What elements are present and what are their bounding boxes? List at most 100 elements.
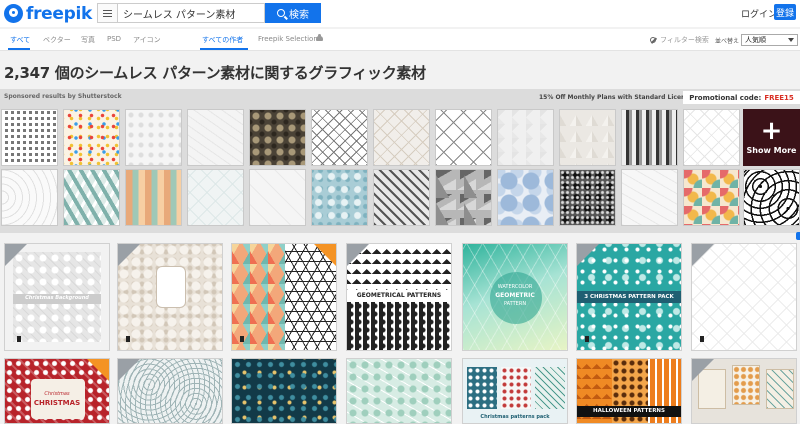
freepik-logo-icon — [4, 4, 23, 23]
sponsored-thumb[interactable] — [187, 109, 244, 166]
tab-vector[interactable]: ベクター — [43, 35, 71, 45]
sponsored-thumb[interactable] — [249, 169, 306, 226]
sponsored-thumb[interactable] — [373, 109, 430, 166]
sponsored-offer: 15% Off Monthly Plans with Standard Lice… — [539, 94, 696, 101]
search-menu-button[interactable] — [97, 3, 117, 23]
wrench-icon — [650, 36, 657, 44]
register-button[interactable]: 登録 — [774, 4, 796, 20]
scroll-marker[interactable] — [796, 232, 800, 240]
card-pattern — [535, 367, 565, 409]
premium-ribbon — [347, 244, 369, 266]
sponsored-thumb[interactable] — [559, 169, 616, 226]
result-card[interactable] — [691, 358, 797, 424]
filter-bar: すべて ベクター 写真 PSD アイコン すべての作者 Freepik Sele… — [0, 29, 800, 51]
freepik-selection-icon — [315, 34, 324, 42]
premium-ribbon — [577, 244, 599, 266]
card-title-line1: Christmas — [44, 391, 70, 397]
card-frame — [156, 266, 186, 308]
promo-code: FREE15 — [764, 93, 794, 102]
premium-ribbon — [5, 244, 27, 266]
premium-ribbon — [118, 359, 140, 381]
card-title-line3: PATTERN — [503, 301, 527, 307]
sponsored-thumb[interactable] — [63, 169, 120, 226]
watermark-icon — [126, 336, 130, 342]
watermark-icon — [585, 336, 589, 342]
sort-select[interactable]: 人気順 — [741, 34, 798, 46]
sponsored-thumb[interactable] — [1, 109, 58, 166]
sponsored-thumb[interactable] — [497, 169, 554, 226]
show-more-tile[interactable]: + Show More — [743, 109, 800, 166]
result-card[interactable] — [231, 358, 337, 424]
show-more-label: Show More — [746, 146, 797, 155]
plus-icon: + — [760, 116, 783, 146]
tab-all-authors[interactable]: すべての作者 — [202, 35, 243, 45]
result-card[interactable]: Christmas CHRISTMAS — [4, 358, 110, 424]
sponsored-thumb[interactable] — [559, 109, 616, 166]
sponsored-thumb[interactable] — [621, 169, 678, 226]
tab-photo[interactable]: 写真 — [81, 35, 95, 45]
result-card[interactable] — [346, 358, 452, 424]
sponsored-thumb[interactable] — [743, 169, 800, 226]
card-title-line2: CHRISTMAS — [33, 399, 81, 407]
search-button-label: 検索 — [289, 9, 309, 21]
card-title: Christmas Background — [25, 295, 89, 301]
result-card[interactable]: WATERCOLOR GEOMETRIC PATTERN — [462, 243, 568, 351]
tab-all[interactable]: すべて — [10, 35, 30, 45]
search-button[interactable]: 検索 — [265, 3, 321, 23]
sponsored-thumb[interactable] — [187, 169, 244, 226]
sponsored-thumb[interactable] — [311, 169, 368, 226]
freepik-logo[interactable]: freepik — [4, 3, 92, 24]
tab-icons[interactable]: アイコン — [133, 35, 161, 45]
premium-ribbon — [87, 359, 109, 381]
card-title-line1: WATERCOLOR — [497, 284, 533, 290]
sponsored-thumb[interactable] — [435, 169, 492, 226]
sponsored-thumb[interactable] — [373, 169, 430, 226]
sponsored-section: Sponsored results by Shutterstock 15% Of… — [0, 89, 800, 233]
chevron-down-icon — [788, 38, 794, 42]
premium-ribbon — [118, 244, 140, 266]
card-pattern — [347, 302, 451, 350]
card-title: Christmas patterns pack — [480, 414, 550, 420]
list-icon — [103, 9, 112, 17]
result-card[interactable] — [117, 358, 223, 424]
sponsored-thumb[interactable] — [1, 169, 58, 226]
card-pattern — [501, 367, 531, 409]
result-card[interactable] — [231, 243, 337, 351]
search-icon — [277, 9, 285, 17]
sponsored-thumb[interactable] — [125, 109, 182, 166]
tab-all-authors-underline — [200, 48, 248, 50]
result-card[interactable]: Christmas Background — [4, 243, 110, 351]
tab-psd[interactable]: PSD — [107, 35, 121, 43]
result-card[interactable]: GEOMETRICAL PATTERNS — [346, 243, 452, 351]
sort-select-value: 人気順 — [745, 36, 766, 44]
sponsored-thumb[interactable] — [125, 169, 182, 226]
card-pattern — [467, 367, 497, 409]
sponsored-thumb[interactable] — [621, 109, 678, 166]
result-card[interactable]: 3 CHRISTMAS PATTERN PACK — [576, 243, 682, 351]
sponsored-thumb[interactable] — [683, 109, 740, 166]
top-header: freepik 検索 ログイン 登録 — [0, 0, 800, 27]
search-bar: 検索 — [97, 3, 321, 23]
card-pattern — [347, 359, 451, 423]
tab-all-underline — [8, 48, 30, 50]
card-title: GEOMETRICAL PATTERNS — [356, 292, 442, 299]
tab-freepik-selection[interactable]: Freepik Selection — [258, 35, 318, 43]
result-card[interactable] — [691, 243, 797, 351]
premium-ribbon — [692, 359, 714, 381]
card-title-line2: GEOMETRIC — [495, 292, 535, 299]
search-input[interactable] — [117, 3, 265, 23]
sponsored-thumb[interactable] — [63, 109, 120, 166]
sponsored-thumb[interactable] — [435, 109, 492, 166]
sponsored-thumb[interactable] — [683, 169, 740, 226]
watermark-icon — [700, 336, 704, 342]
result-card[interactable] — [117, 243, 223, 351]
card-title: HALLOWEEN PATTERNS — [593, 408, 665, 414]
filter-search-toggle[interactable]: フィルター検索 — [650, 35, 709, 45]
sponsored-thumb[interactable] — [497, 109, 554, 166]
login-link[interactable]: ログイン — [741, 7, 777, 20]
sponsored-thumb[interactable] — [311, 109, 368, 166]
sponsored-thumb[interactable] — [249, 109, 306, 166]
result-card[interactable]: Christmas patterns pack — [462, 358, 568, 424]
result-card[interactable]: HALLOWEEN PATTERNS — [576, 358, 682, 424]
promo-code-box: Promotional code: FREE15 — [683, 91, 800, 104]
